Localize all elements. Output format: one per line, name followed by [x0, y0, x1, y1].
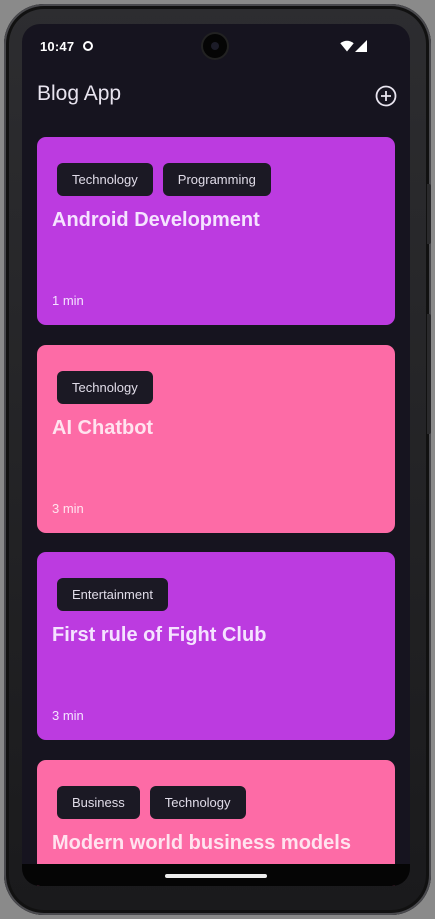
post-card[interactable]: Entertainment First rule of Fight Club 3… — [37, 552, 395, 740]
tag-chip[interactable]: Business — [57, 786, 140, 819]
wifi-icon — [340, 40, 354, 52]
tag-chip[interactable]: Technology — [57, 163, 153, 196]
post-title: AI Chatbot — [52, 417, 154, 439]
post-title: Android Development — [52, 209, 260, 231]
post-card[interactable]: Technology Programming Android Developme… — [37, 137, 395, 325]
tag-list: Business Technology — [57, 786, 246, 819]
phone-screen: 10:47 Blog App Technology Programming An… — [22, 24, 410, 886]
status-time: 10:47 — [40, 39, 75, 54]
front-camera — [203, 34, 227, 58]
tag-chip[interactable]: Technology — [57, 371, 153, 404]
notification-icon — [83, 41, 93, 51]
add-circle-icon[interactable] — [374, 84, 398, 108]
read-time: 1 min — [52, 293, 84, 308]
tag-list: Technology Programming — [57, 163, 271, 196]
post-card[interactable]: Technology AI Chatbot 3 min — [37, 345, 395, 533]
app-title: Blog App — [37, 82, 122, 105]
post-title: First rule of Fight Club — [52, 624, 267, 646]
home-indicator[interactable] — [165, 874, 267, 878]
power-button — [427, 184, 431, 244]
navigation-bar — [22, 864, 410, 886]
read-time: 3 min — [52, 501, 84, 516]
app-bar: Blog App — [22, 76, 410, 116]
signal-icon — [355, 40, 367, 52]
status-bar: 10:47 — [22, 24, 410, 68]
tag-chip[interactable]: Programming — [162, 163, 271, 196]
post-title: Modern world business models — [52, 832, 351, 854]
tag-list: Entertainment — [57, 578, 168, 611]
volume-button — [427, 314, 431, 434]
tag-list: Technology — [57, 371, 153, 404]
tag-chip[interactable]: Entertainment — [57, 578, 168, 611]
read-time: 3 min — [52, 708, 84, 723]
tag-chip[interactable]: Technology — [149, 786, 246, 819]
